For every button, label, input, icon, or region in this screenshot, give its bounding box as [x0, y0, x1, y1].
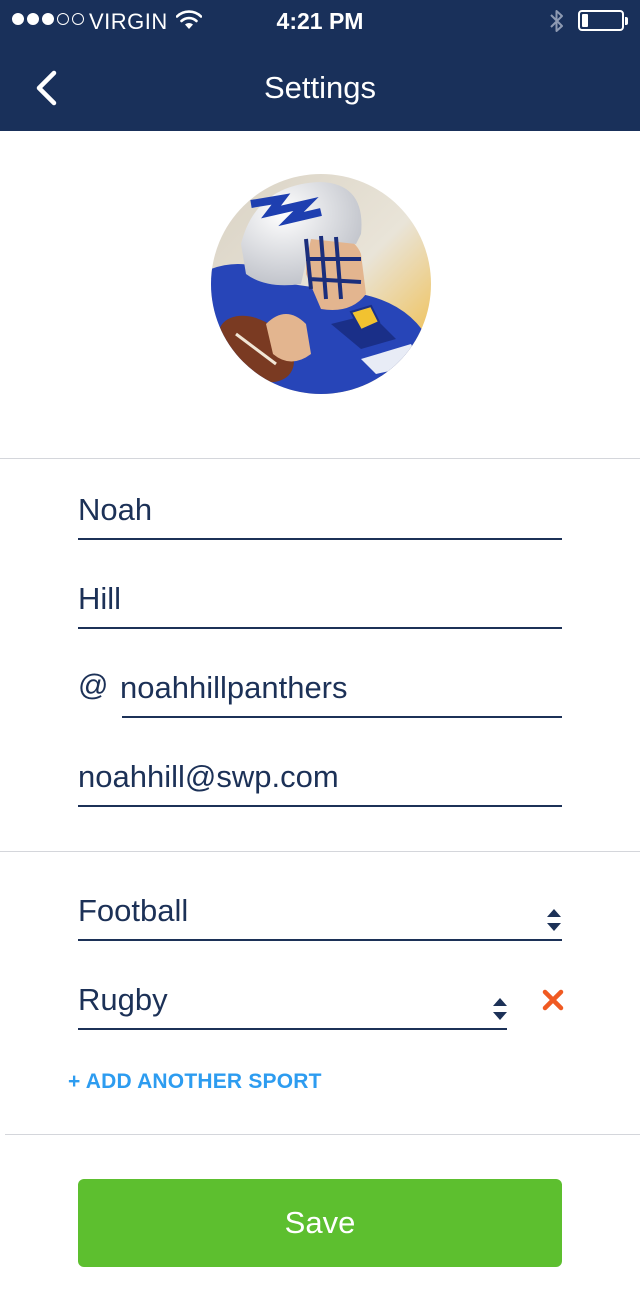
last-name-value: Hill: [78, 581, 122, 616]
status-bar: VIRGIN 4:21 PM: [0, 0, 640, 42]
top-bar: VIRGIN 4:21 PM Settings: [0, 0, 640, 131]
battery-icon: [578, 10, 628, 31]
chevron-left-icon: [36, 70, 57, 106]
sport-value: Football: [78, 893, 189, 928]
email-field[interactable]: noahhill@swp.com: [78, 747, 562, 807]
add-sport-link[interactable]: + ADD ANOTHER SPORT: [68, 1070, 322, 1094]
remove-sport-button[interactable]: [538, 985, 568, 1015]
divider: [0, 458, 640, 459]
status-time: 4:21 PM: [276, 8, 364, 34]
profile-avatar[interactable]: [211, 174, 431, 394]
sport-select-rugby[interactable]: Rugby: [78, 970, 507, 1030]
save-button[interactable]: Save: [78, 1179, 562, 1267]
field-underline: [78, 1028, 507, 1030]
field-underline: [78, 538, 562, 540]
bluetooth-icon: [549, 8, 565, 39]
select-arrows-icon: [547, 909, 561, 931]
sport-value: Rugby: [78, 982, 168, 1017]
field-underline: [78, 939, 562, 941]
first-name-field[interactable]: Noah: [78, 480, 562, 540]
battery-level: [582, 14, 588, 27]
first-name-value: Noah: [78, 492, 153, 527]
select-arrows-icon: [493, 998, 507, 1020]
last-name-field[interactable]: Hill: [78, 569, 562, 629]
divider: [5, 1134, 640, 1135]
sport-select-football[interactable]: Football: [78, 881, 562, 941]
email-value: noahhill@swp.com: [78, 759, 339, 794]
username-prefix: @: [78, 669, 109, 702]
close-icon: [542, 989, 564, 1011]
divider: [0, 851, 640, 852]
username-field[interactable]: noahhillpanthers: [120, 658, 562, 718]
field-underline: [78, 805, 562, 807]
field-underline: [122, 716, 562, 718]
field-underline: [78, 627, 562, 629]
username-value: noahhillpanthers: [120, 670, 348, 705]
back-button[interactable]: [24, 62, 68, 114]
page-title: Settings: [263, 70, 376, 105]
